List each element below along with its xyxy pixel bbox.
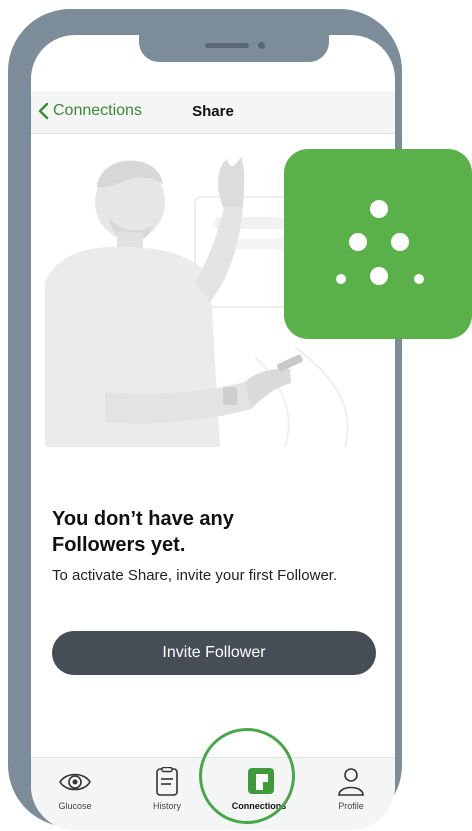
empty-state-title-line-1: You don’t have any: [52, 508, 234, 530]
tab-history-label: History: [152, 801, 181, 811]
history-clipboard-icon: [156, 767, 178, 796]
tab-glucose-label: Glucose: [58, 801, 92, 811]
empty-state-title-line-2: Followers yet.: [52, 534, 186, 556]
app-logo-dots-icon: [336, 200, 424, 285]
phone-notch: [139, 35, 329, 62]
empty-state-title: You don’t have any Followers yet.: [52, 506, 372, 558]
tab-history[interactable]: History: [132, 767, 202, 811]
profile-person-icon: [338, 768, 364, 796]
glucose-eye-icon: [59, 773, 91, 791]
connections-tab-highlight-ring: [199, 728, 295, 824]
speaker-grille: [205, 43, 249, 48]
front-camera: [258, 42, 265, 49]
invite-follower-button[interactable]: Invite Follower: [52, 631, 376, 675]
empty-state-subtitle: To activate Share, invite your first Fol…: [52, 567, 338, 584]
tab-profile-label: Profile: [338, 801, 364, 811]
app-logo: [284, 149, 472, 339]
tab-glucose[interactable]: Glucose: [40, 767, 110, 811]
page-title: Share: [192, 103, 234, 120]
navigation-bar: Connections Share: [31, 91, 395, 134]
phone-frame: Connections Share You don’t have any Fol…: [8, 9, 402, 830]
tab-profile[interactable]: Profile: [316, 767, 386, 811]
